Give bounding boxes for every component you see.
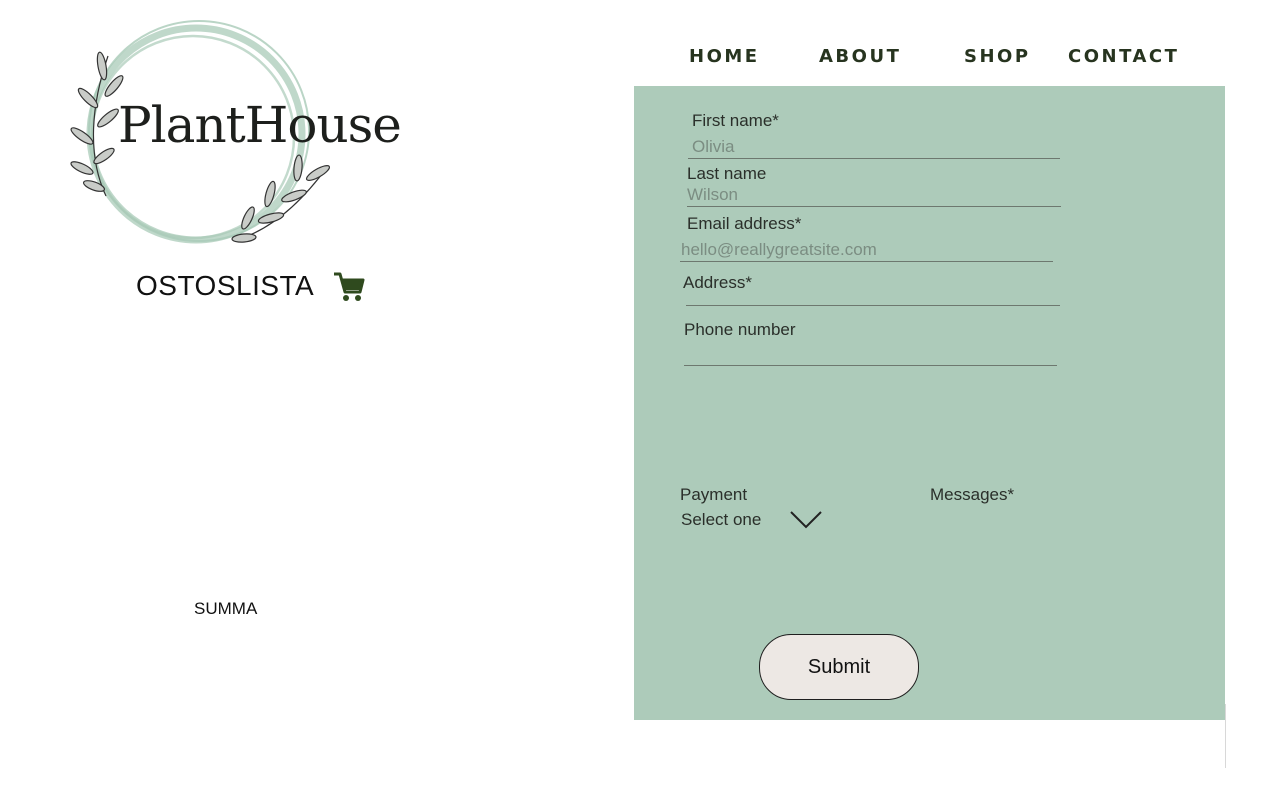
phone-field[interactable] [684,365,1057,366]
first-name-field[interactable]: Olivia [692,137,735,157]
shopping-cart-icon[interactable] [332,270,366,304]
nav-about[interactable]: ABOUT [819,46,901,67]
cart-summary-label: SUMMA [194,599,258,618]
address-label: Address* [683,273,752,292]
phone-label: Phone number [684,320,796,339]
brand-name: PlantHouse [118,96,402,154]
email-label: Email address* [687,214,802,233]
first-name-underline [688,158,1060,159]
divider [1225,704,1226,768]
payment-select[interactable]: Select one [681,510,761,530]
email-underline [680,261,1053,262]
payment-label: Payment [680,485,748,504]
email-field[interactable]: hello@reallygreatsite.com [681,240,877,260]
last-name-field[interactable]: Wilson [687,185,738,205]
nav-contact[interactable]: CONTACT [1068,46,1179,67]
last-name-label: Last name [687,164,767,183]
cart-title: OSTOSLISTA [136,270,315,301]
submit-button[interactable]: Submit [759,634,919,700]
nav-home[interactable]: HOME [689,46,760,67]
nav-shop[interactable]: SHOP [964,46,1031,67]
chevron-down-icon[interactable] [790,510,822,530]
first-name-label: First name* [692,111,779,130]
messages-label: Messages* [930,485,1015,504]
address-field[interactable] [686,305,1060,306]
brand-logo[interactable]: PlantHouse [66,18,402,253]
last-name-underline [687,206,1061,207]
